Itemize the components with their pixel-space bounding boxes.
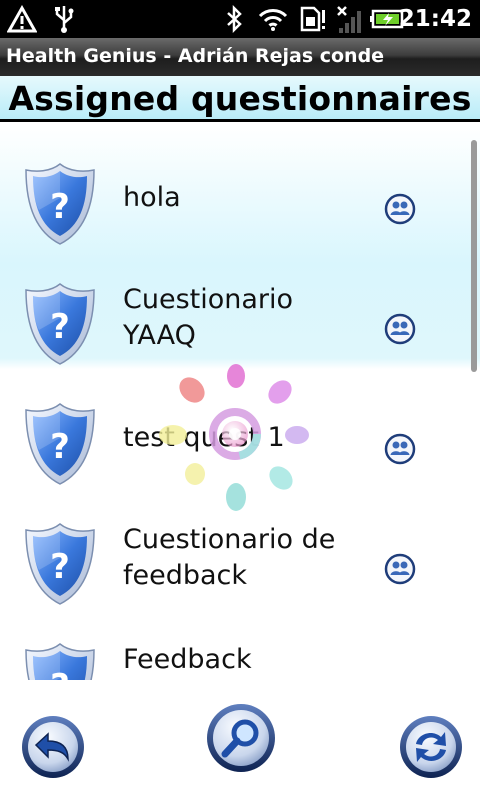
- question-shield-icon: ?: [25, 523, 95, 605]
- usb-icon: [52, 0, 76, 38]
- clock: 21:42: [398, 6, 472, 32]
- bottom-toolbar: [0, 680, 480, 800]
- bluetooth-icon: [224, 0, 244, 38]
- group-icon[interactable]: [384, 193, 416, 225]
- back-arrow-icon[interactable]: [20, 714, 86, 780]
- refresh-icon[interactable]: [398, 714, 464, 780]
- sim-icon: [298, 0, 328, 38]
- svg-text:?: ?: [50, 307, 70, 347]
- svg-text:?: ?: [50, 187, 70, 227]
- warning-icon: [6, 0, 38, 38]
- questionnaire-title: Cuestionario de feedback: [123, 524, 336, 591]
- loading-spinner: [159, 364, 309, 511]
- list-item[interactable]: ? hola: [0, 138, 480, 258]
- question-shield-icon: ?: [25, 643, 95, 680]
- group-icon[interactable]: [384, 553, 416, 585]
- group-icon[interactable]: [384, 433, 416, 465]
- svg-text:?: ?: [50, 427, 70, 467]
- signal-icon: [334, 0, 364, 38]
- search-magnifier-icon[interactable]: [205, 702, 277, 774]
- questionnaire-title: Cuestionario YAAQ: [123, 284, 294, 351]
- svg-text:?: ?: [50, 667, 70, 680]
- page-title: Assigned questionnaires: [8, 79, 472, 118]
- questionnaire-title: hola: [123, 182, 181, 213]
- app-title: Health Genius - Adrián Rejas conde: [6, 45, 385, 67]
- wifi-icon: [256, 0, 290, 38]
- question-shield-icon: ?: [25, 163, 95, 245]
- scrollbar[interactable]: [471, 140, 477, 372]
- status-bar: 21:42: [0, 0, 480, 38]
- group-icon[interactable]: [384, 313, 416, 345]
- page-header: Assigned questionnaires: [0, 76, 480, 122]
- questionnaire-title: Feedback: [123, 644, 252, 675]
- svg-text:?: ?: [50, 547, 70, 587]
- question-shield-icon: ?: [25, 283, 95, 365]
- app-title-bar: Health Genius - Adrián Rejas conde: [0, 38, 480, 76]
- list-item[interactable]: ? Feedback: [0, 618, 480, 680]
- question-shield-icon: ?: [25, 403, 95, 485]
